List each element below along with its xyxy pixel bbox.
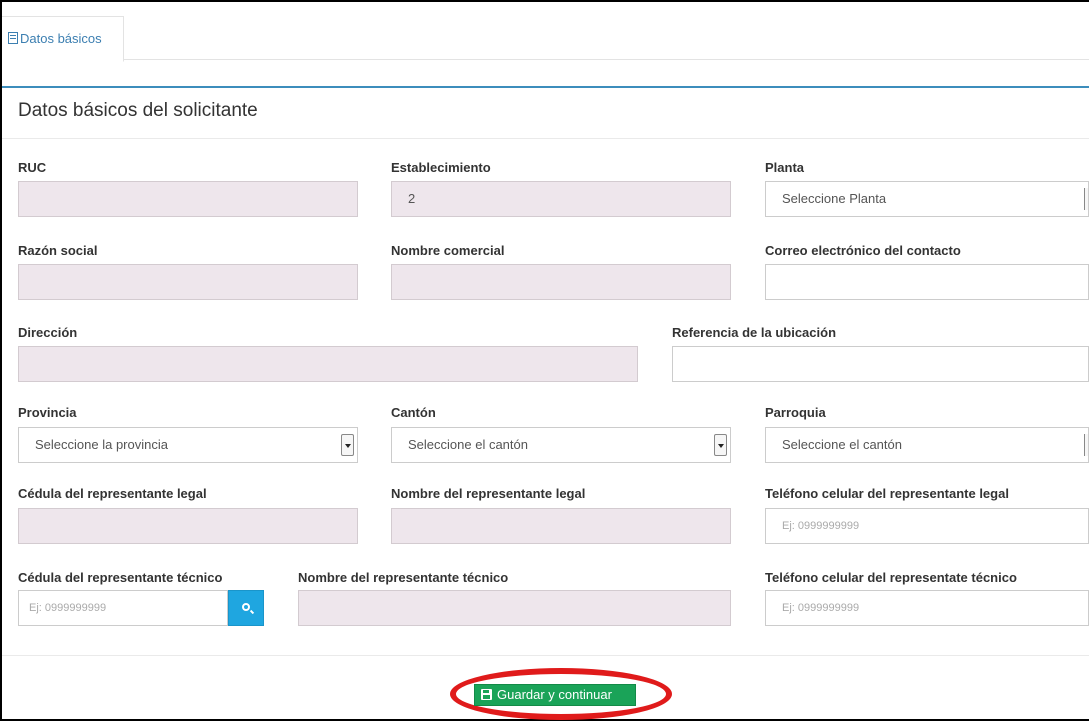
telefono-tecnico-label: Teléfono celular del representate técnic…	[765, 570, 1017, 585]
tab-label: Datos básicos	[20, 31, 102, 46]
search-icon	[242, 603, 250, 611]
save-icon	[481, 689, 492, 700]
tab-bar: Datos básicos	[2, 2, 1089, 62]
parroquia-select[interactable]: Seleccione el cantón	[765, 427, 1089, 463]
correo-label: Correo electrónico del contacto	[765, 243, 961, 258]
razon-social-label: Razón social	[18, 243, 98, 258]
cedula-legal-label: Cédula del representante legal	[18, 486, 207, 501]
cedula-tecnico-label: Cédula del representante técnico	[18, 570, 223, 585]
canton-select[interactable]: Seleccione el cantón	[391, 427, 731, 463]
referencia-field[interactable]	[672, 346, 1089, 382]
nombre-comercial-field[interactable]	[391, 264, 731, 300]
chevron-down-icon[interactable]	[1084, 188, 1088, 210]
footer-divider	[2, 655, 1089, 656]
nombre-tecnico-field[interactable]	[298, 590, 731, 626]
cedula-tecnico-field[interactable]: Ej: 0999999999	[18, 590, 228, 626]
chevron-down-icon[interactable]	[341, 434, 354, 456]
chevron-down-icon[interactable]	[714, 434, 727, 456]
parroquia-select-value: Seleccione el cantón	[782, 437, 902, 452]
ruc-label: RUC	[18, 160, 47, 175]
save-button-label: Guardar y continuar	[497, 687, 612, 702]
divider	[2, 138, 1089, 139]
save-continue-button[interactable]: Guardar y continuar	[474, 684, 636, 706]
provincia-select[interactable]: Seleccione la provincia	[18, 427, 358, 463]
direccion-label: Dirección	[18, 325, 78, 340]
provincia-label: Provincia	[18, 405, 77, 420]
canton-label: Cantón	[391, 405, 436, 420]
ruc-field[interactable]	[18, 181, 358, 217]
panel-title: Datos básicos del solicitante	[18, 100, 258, 121]
cedula-legal-field[interactable]	[18, 508, 358, 544]
planta-select[interactable]: Seleccione Planta	[765, 181, 1089, 217]
search-button[interactable]	[228, 590, 264, 626]
planta-select-value: Seleccione Planta	[782, 191, 887, 206]
tab-datos-basicos[interactable]: Datos básicos	[2, 16, 124, 62]
canton-select-value: Seleccione el cantón	[408, 437, 528, 452]
form-icon	[8, 32, 18, 44]
telefono-legal-label: Teléfono celular del representante legal	[765, 486, 1009, 501]
correo-field[interactable]	[765, 264, 1089, 300]
referencia-label: Referencia de la ubicación	[672, 325, 837, 340]
chevron-down-icon[interactable]	[1084, 434, 1088, 456]
telefono-tecnico-field[interactable]: Ej: 0999999999	[765, 590, 1089, 626]
nombre-comercial-label: Nombre comercial	[391, 243, 505, 258]
nombre-legal-field[interactable]	[391, 508, 731, 544]
telefono-legal-field[interactable]: Ej: 0999999999	[765, 508, 1089, 544]
parroquia-label: Parroquia	[765, 405, 826, 420]
provincia-select-value: Seleccione la provincia	[35, 437, 168, 452]
nombre-tecnico-label: Nombre del representante técnico	[298, 570, 509, 585]
razon-social-field[interactable]	[18, 264, 358, 300]
establecimiento-label: Establecimiento	[391, 160, 491, 175]
establecimiento-field[interactable]: 2	[391, 181, 731, 217]
planta-label: Planta	[765, 160, 805, 175]
direccion-field[interactable]	[18, 346, 638, 382]
nombre-legal-label: Nombre del representante legal	[391, 486, 586, 501]
